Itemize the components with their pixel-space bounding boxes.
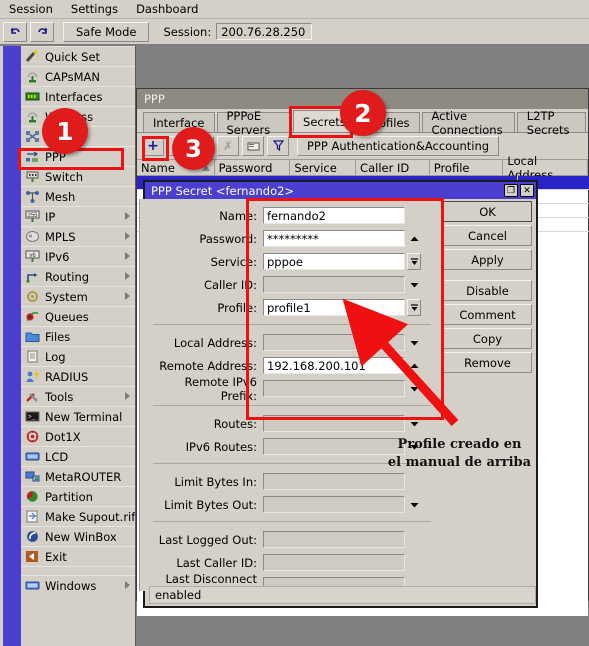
app-root: Session Settings Dashboard Safe Mode Ses… xyxy=(0,0,589,646)
annotation-note-line2: el manual de arriba xyxy=(387,454,532,470)
annotation-note-line1: Profile creado en xyxy=(397,437,522,452)
annotation-note: Profile creado en el manual de arriba xyxy=(372,436,547,471)
pointer-arrow xyxy=(342,298,459,427)
arrow-line xyxy=(342,298,459,427)
